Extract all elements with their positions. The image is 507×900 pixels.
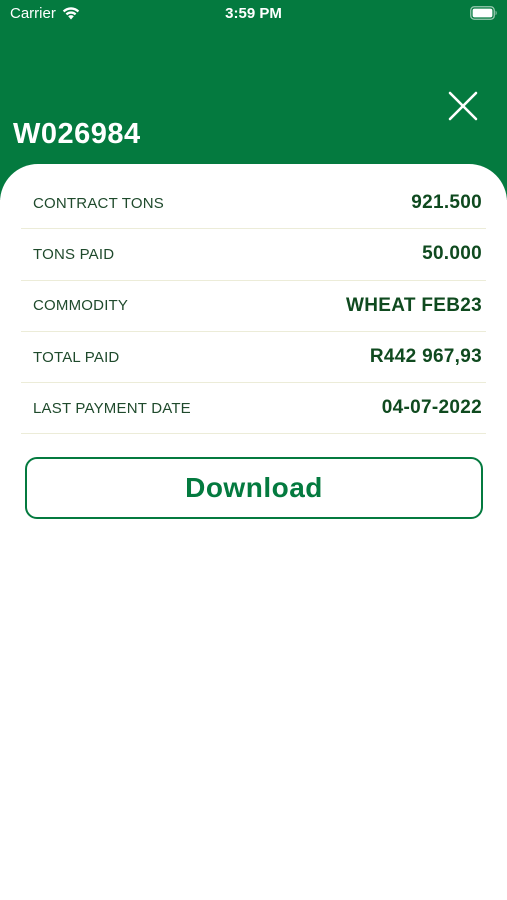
row-label: COMMODITY <box>33 297 129 315</box>
row-label: LAST PAYMENT DATE <box>33 399 191 417</box>
close-icon <box>448 91 478 121</box>
row-label: TOTAL PAID <box>33 348 120 366</box>
detail-row-commodity: COMMODITY WHEAT FEB23 <box>21 281 486 332</box>
row-value: 921.500 <box>411 192 482 214</box>
detail-row-contract-tons: CONTRACT TONS 921.500 <box>21 178 486 230</box>
row-label: CONTRACT TONS <box>33 194 164 212</box>
download-button[interactable]: Download <box>25 457 483 519</box>
close-button[interactable] <box>445 88 481 124</box>
detail-list: CONTRACT TONS 921.500 TONS PAID 50.000 C… <box>21 178 486 435</box>
battery-full-icon <box>470 6 497 20</box>
status-time: 3:59 PM <box>225 5 282 22</box>
detail-row-total-paid: TOTAL PAID R442 967,93 <box>21 332 486 384</box>
status-bar: Carrier 3:59 PM <box>0 0 507 30</box>
row-value: 04-07-2022 <box>381 397 482 419</box>
detail-row-last-payment-date: LAST PAYMENT DATE 04-07-2022 <box>21 383 486 435</box>
page-title: W026984 <box>13 118 141 150</box>
detail-row-tons-paid: TONS PAID 50.000 <box>21 229 486 281</box>
row-value: 50.000 <box>422 243 482 265</box>
row-label: TONS PAID <box>33 245 115 263</box>
row-value: WHEAT FEB23 <box>346 294 482 316</box>
detail-sheet: CONTRACT TONS 921.500 TONS PAID 50.000 C… <box>0 164 507 900</box>
row-value: R442 967,93 <box>369 346 482 368</box>
contract-detail-screen: Carrier 3:59 PM W026984 CONTRACT TONS 92… <box>0 0 507 900</box>
